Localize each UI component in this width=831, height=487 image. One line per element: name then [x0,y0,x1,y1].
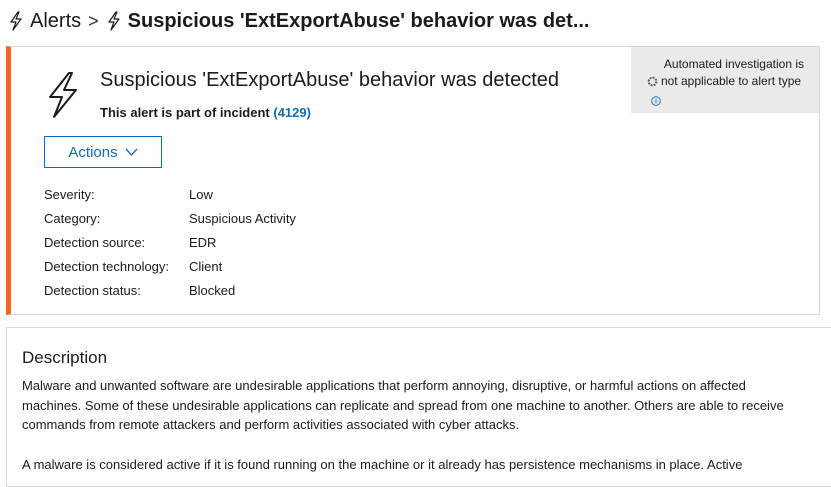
detail-value: EDR [189,234,217,250]
alert-details: Severity: Low Category: Suspicious Activ… [44,182,296,302]
lightning-bolt-icon [106,11,122,31]
gear-icon [647,76,658,87]
detail-row-detection-status: Detection status: Blocked [44,278,296,302]
lightning-bolt-icon [8,11,24,31]
automated-investigation-line2-wrap: not applicable to alert type [637,73,811,90]
alert-summary-card: Suspicious 'ExtExportAbuse' behavior was… [6,46,820,315]
detail-value: Suspicious Activity [189,210,296,226]
detail-row-detection-technology: Detection technology: Client [44,254,296,278]
chevron-down-icon [125,148,138,156]
incident-link[interactable]: (4129) [273,105,311,120]
detail-key: Detection technology: [44,258,170,274]
alert-title: Suspicious 'ExtExportAbuse' behavior was… [100,69,560,91]
breadcrumb-alerts-link[interactable]: Alerts [30,10,81,33]
description-title: Description [22,348,108,367]
info-icon[interactable] [651,96,661,106]
detail-value: Blocked [189,282,236,298]
description-paragraph-1: Malware and unwanted software are undesi… [22,378,784,432]
detail-key: Category: [44,210,101,226]
detail-row-detection-source: Detection source: EDR [44,230,296,254]
automated-investigation-line1: Automated investigation is [663,57,804,71]
actions-button[interactable]: Actions [44,136,162,168]
detail-value: Client [189,258,223,274]
actions-label: Actions [68,143,118,161]
detail-row-category: Category: Suspicious Activity [44,206,296,230]
description-card: Description Malware and unwanted softwar… [6,327,831,487]
breadcrumb: Alerts > Suspicious 'ExtExportAbuse' beh… [8,8,590,34]
detail-value: Low [189,186,213,202]
description-paragraph-2: A malware is considered active if it is … [22,457,743,472]
incident-prefix: This alert is part of incident [100,105,270,120]
detail-key: Severity: [44,186,95,202]
incident-line: This alert is part of incident (4129) [100,105,311,120]
detail-row-severity: Severity: Low [44,182,296,206]
lightning-bolt-icon [45,71,81,119]
automated-investigation-line2: not applicable to alert type [660,74,802,88]
breadcrumb-current: Suspicious 'ExtExportAbuse' behavior was… [127,9,590,32]
detail-key: Detection status: [44,282,141,298]
detail-key: Detection source: [44,234,146,250]
automated-investigation-panel: Automated investigation is not applicabl… [631,47,819,113]
breadcrumb-separator: > [88,10,99,31]
